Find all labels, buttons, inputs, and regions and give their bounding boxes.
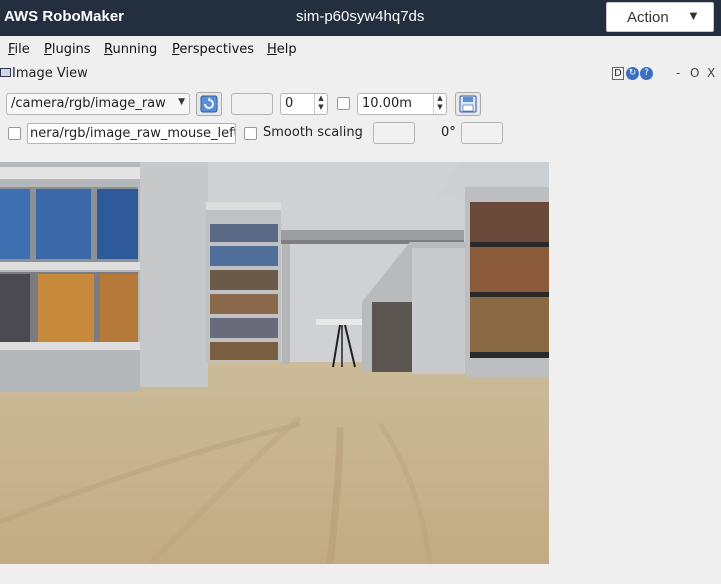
panel-title: Image View — [12, 66, 88, 81]
spin-arrows-icon[interactable]: ▲ ▼ — [433, 94, 446, 114]
d-button[interactable]: D — [612, 67, 624, 80]
minimize-button[interactable]: - — [676, 66, 680, 80]
value-spinbox[interactable]: 0 ▲ ▼ — [280, 93, 328, 115]
action-button[interactable]: Action ▼ — [606, 2, 714, 32]
camera-image[interactable] — [0, 162, 549, 564]
chevron-down-icon: ▼ — [178, 97, 185, 107]
action-button-label: Action — [627, 9, 669, 26]
help-icon[interactable]: ? — [640, 67, 653, 80]
spin-arrows-icon[interactable]: ▲ ▼ — [314, 94, 327, 114]
menu-bar: File Plugins Running Perspectives Help — [0, 36, 721, 64]
float-button[interactable]: O — [690, 66, 699, 80]
checkbox-1[interactable] — [337, 97, 350, 110]
checkbox-mouse-publish[interactable] — [8, 127, 21, 140]
menu-perspectives[interactable]: Perspectives — [172, 42, 254, 57]
menu-running[interactable]: Running — [104, 42, 157, 57]
chevron-down-icon: ▼ — [687, 8, 700, 23]
topic-dropdown[interactable]: /camera/rgb/image_raw ▼ — [6, 93, 190, 115]
blank-field-2[interactable] — [373, 122, 415, 144]
window-icon — [0, 68, 11, 77]
topic-value: /camera/rgb/image_raw — [11, 96, 166, 111]
simulation-id: sim-p60syw4hq7ds — [296, 8, 425, 25]
blank-field-3[interactable] — [461, 122, 503, 144]
save-button[interactable] — [455, 92, 481, 116]
app-brand: AWS RoboMaker — [4, 8, 125, 25]
blank-field-1[interactable] — [231, 93, 273, 115]
camera-scene — [0, 162, 549, 564]
refresh-button[interactable] — [196, 92, 222, 116]
rotation-label: 0° — [441, 125, 456, 140]
checkbox-smooth-scaling[interactable] — [244, 127, 257, 140]
mouse-topic-value: nera/rgb/image_raw_mouse_left — [30, 126, 236, 141]
distance-value: 10.00m — [362, 96, 412, 111]
distance-spinbox[interactable]: 10.00m ▲ ▼ — [357, 93, 447, 115]
close-button[interactable]: X — [707, 66, 715, 80]
smooth-scaling-label: Smooth scaling — [263, 125, 363, 140]
refresh-icon — [200, 95, 218, 113]
menu-help[interactable]: Help — [267, 42, 297, 57]
save-icon — [459, 95, 477, 113]
menu-file[interactable]: File — [8, 42, 30, 57]
menu-plugins[interactable]: Plugins — [44, 42, 91, 57]
top-bar: AWS RoboMaker sim-p60syw4hq7ds Action ▼ — [0, 0, 721, 36]
reload-icon[interactable]: ↻ — [626, 67, 639, 80]
mouse-topic-input[interactable]: nera/rgb/image_raw_mouse_left — [27, 123, 236, 144]
spin-value: 0 — [285, 96, 294, 111]
